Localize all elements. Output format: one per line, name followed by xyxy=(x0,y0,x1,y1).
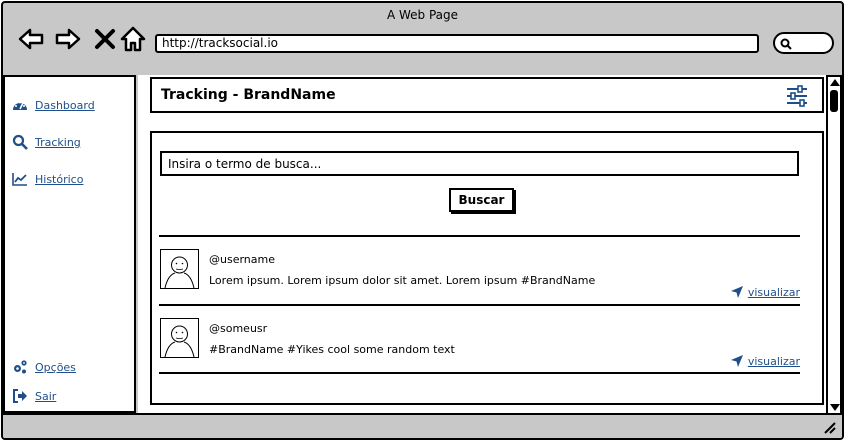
scroll-up-arrow-icon[interactable] xyxy=(830,79,840,86)
status-bar xyxy=(3,413,842,438)
resize-grip-icon[interactable] xyxy=(822,420,836,434)
post-username: @username xyxy=(209,253,275,266)
search-input[interactable] xyxy=(160,151,799,176)
back-arrow-icon[interactable] xyxy=(17,25,45,53)
browser-search-field[interactable] xyxy=(773,32,834,54)
sidebar-item-dashboard[interactable]: Dashboard xyxy=(11,97,95,113)
page-title: Tracking - BrandName xyxy=(161,87,336,103)
home-icon[interactable] xyxy=(119,25,147,53)
window-title: A Web Page xyxy=(386,8,459,22)
search-icon xyxy=(780,38,792,50)
view-link[interactable]: visualizar xyxy=(730,285,800,299)
page-header: Tracking - BrandName xyxy=(150,77,824,113)
sidebar: Dashboard Tracking Histórico Opções Sair xyxy=(3,75,136,413)
url-bar[interactable]: http://tracksocial.io xyxy=(155,34,759,53)
sliders-icon[interactable] xyxy=(786,85,808,107)
location-arrow-icon xyxy=(730,286,743,298)
list-item: @someusr #BrandName #Yikes cool some ran… xyxy=(159,304,800,374)
search-icon xyxy=(11,134,29,150)
avatar xyxy=(160,318,199,358)
search-button[interactable]: Buscar xyxy=(449,188,514,212)
scroll-thumb[interactable] xyxy=(830,90,838,112)
view-link-label: visualizar xyxy=(747,285,800,299)
dashboard-icon xyxy=(11,97,29,113)
tracking-panel: Buscar @username Lorem ipsum. Lorem ipsu… xyxy=(150,131,824,405)
list-divider xyxy=(159,372,800,374)
scroll-down-arrow-icon[interactable] xyxy=(830,404,840,411)
sidebar-item-opcoes[interactable]: Opções xyxy=(11,359,76,375)
gears-icon xyxy=(11,359,29,375)
list-item: @username Lorem ipsum. Lorem ipsum dolor… xyxy=(159,235,800,305)
sidebar-item-historico[interactable]: Histórico xyxy=(11,171,83,187)
chart-line-icon xyxy=(11,171,29,187)
sidebar-item-label: Opções xyxy=(35,360,76,374)
forward-arrow-icon[interactable] xyxy=(54,25,82,53)
view-link-label: visualizar xyxy=(747,354,800,368)
browser-window: A Web Page http://tracksocial.io Dashboa… xyxy=(1,1,844,440)
view-link[interactable]: visualizar xyxy=(730,354,800,368)
sidebar-item-sair[interactable]: Sair xyxy=(11,388,56,404)
sidebar-item-label: Histórico xyxy=(35,172,84,186)
post-username: @someusr xyxy=(209,322,268,335)
location-arrow-icon xyxy=(730,355,743,367)
sign-out-icon xyxy=(11,388,29,404)
avatar xyxy=(160,249,199,289)
sidebar-item-label: Sair xyxy=(35,389,57,403)
post-text: #BrandName #Yikes cool some random text xyxy=(209,343,455,356)
main-content: Tracking - BrandName Buscar @username Lo… xyxy=(138,75,828,413)
sidebar-item-label: Dashboard xyxy=(35,98,95,112)
sidebar-item-label: Tracking xyxy=(35,135,81,149)
vertical-scrollbar[interactable] xyxy=(826,75,842,415)
post-text: Lorem ipsum. Lorem ipsum dolor sit amet.… xyxy=(209,274,596,287)
sidebar-item-tracking[interactable]: Tracking xyxy=(11,134,81,150)
close-icon[interactable] xyxy=(91,25,119,53)
